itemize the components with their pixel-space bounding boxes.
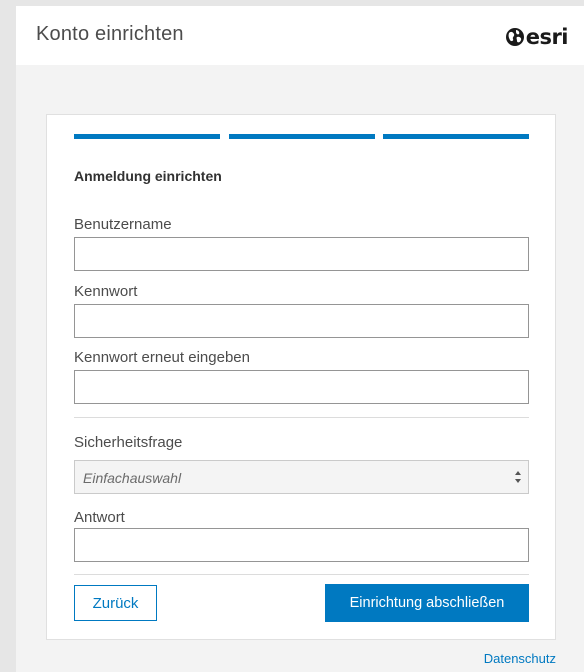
security-question-value: Einfachauswahl: [83, 470, 182, 486]
privacy-link[interactable]: Datenschutz: [484, 651, 556, 666]
logo-text: esri: [525, 25, 569, 49]
divider: [74, 574, 529, 575]
username-input[interactable]: [74, 237, 529, 271]
progress-step-3: [383, 134, 529, 139]
divider: [74, 417, 529, 418]
globe-icon: [505, 28, 524, 46]
section-heading: Anmeldung einrichten: [74, 168, 222, 184]
answer-label: Antwort: [74, 509, 125, 526]
password-confirm-label: Kennwort erneut eingeben: [74, 349, 250, 366]
username-label: Benutzername: [74, 216, 172, 233]
progress-step-2: [228, 134, 375, 139]
password-input[interactable]: [74, 304, 529, 338]
setup-card: Anmeldung einrichten Benutzername Kennwo…: [46, 114, 556, 640]
header-bar: Konto einrichten esri: [16, 6, 584, 65]
select-arrows-icon: [515, 471, 521, 483]
esri-logo: esri: [505, 25, 569, 49]
password-confirm-input[interactable]: [74, 370, 529, 404]
password-label: Kennwort: [74, 283, 138, 300]
finish-setup-button[interactable]: Einrichtung abschließen: [325, 584, 529, 622]
security-question-label: Sicherheitsfrage: [74, 434, 183, 451]
progress-step-1: [74, 134, 220, 139]
back-button[interactable]: Zurück: [74, 585, 157, 621]
progress-steps: [74, 134, 529, 139]
security-question-select[interactable]: Einfachauswahl: [74, 460, 529, 494]
answer-input[interactable]: [74, 528, 529, 562]
page-title: Konto einrichten: [36, 23, 184, 45]
